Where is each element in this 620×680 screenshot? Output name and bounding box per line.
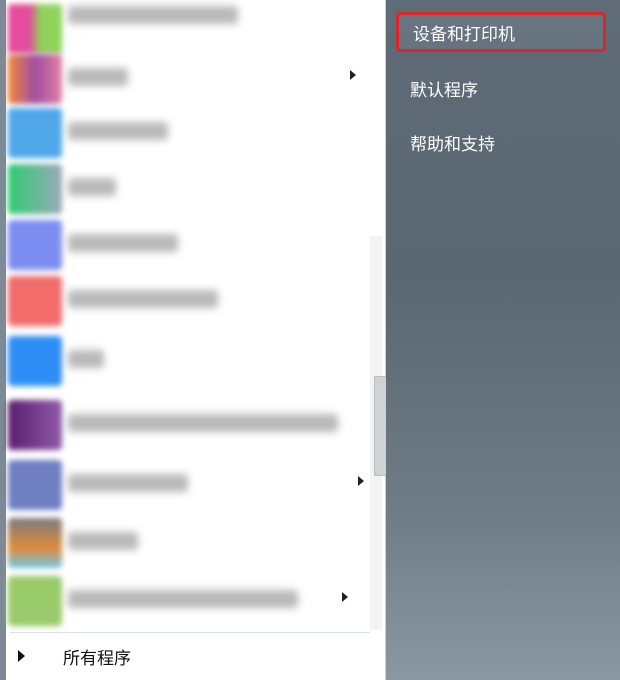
list-item[interactable] bbox=[6, 572, 356, 627]
program-label-blurred bbox=[68, 234, 178, 252]
menu-item-label: 默认程序 bbox=[410, 80, 478, 101]
all-programs-label: 所有程序 bbox=[63, 648, 131, 669]
all-programs-button[interactable]: 所有程序 bbox=[6, 640, 380, 672]
program-label-blurred bbox=[68, 68, 128, 86]
list-item[interactable] bbox=[6, 456, 364, 511]
program-icon bbox=[8, 54, 62, 104]
menu-item-label: 帮助和支持 bbox=[410, 134, 495, 155]
program-label-blurred bbox=[68, 122, 168, 140]
program-icon bbox=[8, 460, 62, 510]
program-icon bbox=[8, 336, 62, 386]
list-item[interactable] bbox=[6, 272, 356, 327]
list-item[interactable] bbox=[6, 104, 356, 159]
submenu-arrow-icon bbox=[342, 592, 348, 602]
program-icon bbox=[8, 164, 62, 214]
programs-panel: 所有程序 bbox=[0, 0, 396, 680]
submenu-arrow-icon bbox=[358, 476, 364, 486]
program-label-blurred bbox=[68, 590, 298, 608]
menu-item-default-programs[interactable]: 默认程序 bbox=[396, 68, 606, 108]
program-icon bbox=[8, 576, 62, 626]
program-label-blurred bbox=[68, 350, 104, 368]
list-item[interactable] bbox=[6, 50, 356, 105]
program-label-blurred bbox=[68, 414, 338, 432]
program-icon bbox=[8, 400, 62, 450]
program-icon bbox=[8, 108, 62, 158]
list-item[interactable] bbox=[6, 396, 356, 451]
menu-item-help-and-support[interactable]: 帮助和支持 bbox=[396, 122, 606, 162]
program-label-blurred bbox=[68, 290, 218, 308]
program-icon bbox=[8, 276, 62, 326]
menu-item-label: 设备和打印机 bbox=[413, 24, 515, 45]
right-menu-panel: 设备和打印机 默认程序 帮助和支持 bbox=[386, 0, 620, 680]
program-icon bbox=[8, 518, 62, 568]
program-label-blurred bbox=[68, 474, 188, 492]
menu-item-devices-and-printers[interactable]: 设备和打印机 bbox=[396, 12, 606, 52]
program-label-blurred bbox=[68, 6, 238, 24]
program-icon bbox=[8, 4, 62, 54]
program-icon bbox=[8, 220, 62, 270]
list-item[interactable] bbox=[6, 332, 356, 387]
triangle-right-icon bbox=[18, 650, 25, 662]
program-label-blurred bbox=[68, 178, 116, 196]
program-list bbox=[6, 0, 380, 632]
program-label-blurred bbox=[68, 532, 138, 550]
divider bbox=[10, 632, 370, 633]
submenu-arrow-icon bbox=[350, 70, 356, 80]
list-item[interactable] bbox=[6, 0, 356, 55]
list-item[interactable] bbox=[6, 160, 356, 215]
list-item[interactable] bbox=[6, 216, 356, 271]
list-item[interactable] bbox=[6, 514, 356, 569]
